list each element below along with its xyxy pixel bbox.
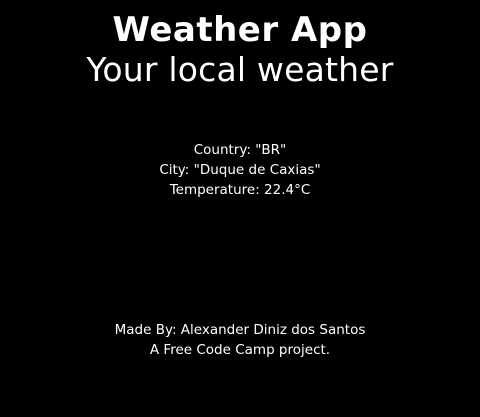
project-credit: A Free Code Camp project.: [149, 342, 331, 358]
country-text: Country: "BR": [193, 142, 287, 158]
city-text: City: "Duque de Caxias": [159, 162, 321, 178]
page-title: Weather App: [112, 10, 368, 50]
page-subtitle: Your local weather: [86, 50, 394, 89]
footer: Made By: Alexander Diniz dos Santos A Fr…: [0, 320, 480, 360]
weather-app-page: Weather App Your local weather Country: …: [0, 0, 480, 417]
temperature-text: Temperature: 22.4°C: [169, 182, 311, 198]
author-credit: Made By: Alexander Diniz dos Santos: [114, 322, 366, 338]
weather-info: Country: "BR" City: "Duque de Caxias" Te…: [0, 140, 480, 200]
